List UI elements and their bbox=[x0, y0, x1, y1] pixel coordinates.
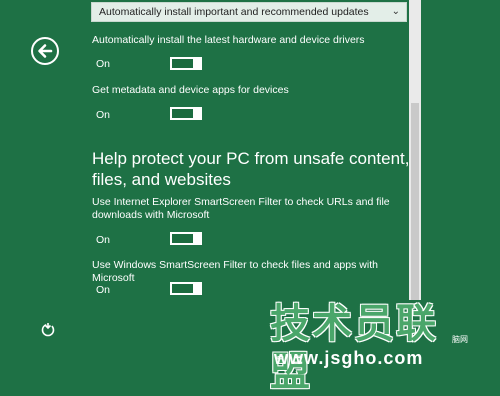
watermark-small-text: 脑网 bbox=[452, 335, 468, 344]
setting-label-ie-smartscreen: Use Internet Explorer SmartScreen Filter… bbox=[92, 196, 390, 221]
toggle-ie-smartscreen[interactable] bbox=[170, 232, 202, 245]
scrollbar-thumb[interactable] bbox=[411, 103, 419, 300]
setting-state-drivers: On bbox=[96, 58, 111, 70]
watermark: 技术员联盟 www.jsgho.com bbox=[270, 300, 470, 394]
setting-label-drivers: Automatically install the latest hardwar… bbox=[92, 34, 365, 46]
toggle-metadata[interactable] bbox=[170, 107, 202, 120]
dropdown-selected-value: Automatically install important and reco… bbox=[99, 6, 369, 18]
back-arrow-icon bbox=[38, 44, 53, 58]
watermark-url: www.jsgho.com bbox=[274, 348, 424, 368]
setting-label-windows-smartscreen: Use Windows SmartScreen Filter to check … bbox=[92, 259, 378, 284]
section-heading: Help protect your PC from unsafe content… bbox=[92, 149, 410, 189]
setting-state-ie-smartscreen: On bbox=[96, 234, 111, 246]
chevron-down-icon: ⌄ bbox=[391, 6, 400, 17]
ease-of-access-button[interactable] bbox=[40, 322, 56, 343]
toggle-drivers[interactable] bbox=[170, 57, 202, 70]
back-button[interactable] bbox=[31, 37, 59, 65]
setting-state-metadata: On bbox=[96, 109, 111, 121]
vertical-scrollbar[interactable] bbox=[409, 0, 421, 300]
update-settings-dropdown[interactable]: Automatically install important and reco… bbox=[91, 2, 407, 22]
toggle-windows-smartscreen[interactable] bbox=[170, 282, 202, 295]
setting-label-metadata: Get metadata and device apps for devices bbox=[92, 84, 289, 96]
setting-state-windows-smartscreen: On bbox=[96, 284, 111, 296]
ease-of-access-icon bbox=[41, 323, 55, 337]
